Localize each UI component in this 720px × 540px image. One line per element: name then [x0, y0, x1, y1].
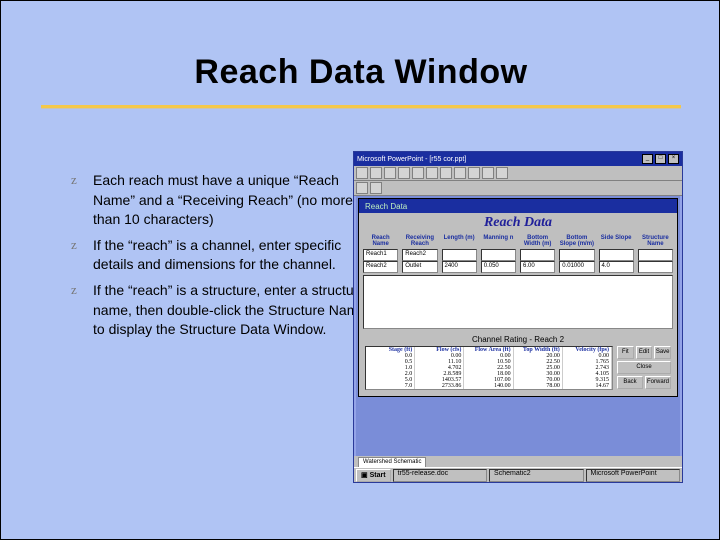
- taskbar-item[interactable]: tr55-release.doc: [393, 469, 487, 482]
- receiving-reach-input[interactable]: Reach2: [402, 249, 437, 261]
- tool-icon[interactable]: [482, 167, 494, 179]
- title-block: Reach Data Window: [1, 53, 720, 92]
- bullet-item: If the “reach” is a structure, enter a s…: [71, 281, 371, 340]
- structure-name-input[interactable]: [638, 261, 673, 273]
- manning-input[interactable]: [481, 249, 516, 261]
- app-screenshot: Microsoft PowerPoint - [r55 cor.ppt] _ □…: [353, 151, 683, 483]
- side-slope-input[interactable]: 4.0: [599, 261, 634, 273]
- tool-icon[interactable]: [356, 167, 368, 179]
- inner-title: Reach Data: [365, 202, 407, 211]
- inner-titlebar: Reach Data: [359, 199, 677, 213]
- bottom-slope-input[interactable]: 0.01000: [559, 261, 594, 273]
- tool-icon[interactable]: [426, 167, 438, 179]
- save-button[interactable]: Save: [654, 346, 671, 359]
- reach-name-input[interactable]: Reach2: [363, 261, 398, 273]
- empty-grid-area[interactable]: [363, 275, 673, 329]
- windows-icon: ▣: [361, 471, 368, 479]
- window-titlebar: Microsoft PowerPoint - [r55 cor.ppt] _ □…: [354, 152, 682, 166]
- reach-data-window: Reach Data Reach Data Reach Name Receivi…: [358, 198, 678, 397]
- back-button[interactable]: Back: [617, 376, 643, 389]
- col-head: Reach Name: [363, 235, 398, 247]
- length-input[interactable]: [442, 249, 477, 261]
- maximize-icon[interactable]: □: [655, 154, 666, 164]
- taskbar: ▣ Start tr55-release.doc Schematic2 Micr…: [354, 467, 682, 482]
- col-head: Receiving Reach: [402, 235, 437, 247]
- edit-button[interactable]: Edit: [636, 346, 653, 359]
- tool-icon[interactable]: [370, 182, 382, 194]
- tool-icon[interactable]: [468, 167, 480, 179]
- bullet-item: Each reach must have a unique “Reach Nam…: [71, 171, 371, 230]
- outer-toolbar-2: [354, 181, 682, 196]
- bottom-width-input[interactable]: 6.00: [520, 261, 555, 273]
- length-input[interactable]: 2400: [442, 261, 477, 273]
- col-head: Length (m): [442, 235, 477, 247]
- side-slope-input[interactable]: [599, 249, 634, 261]
- col-head: Structure Name: [638, 235, 673, 247]
- bullet-list: Each reach must have a unique “Reach Nam…: [31, 171, 371, 346]
- data-row: Reach1 Reach2: [359, 249, 677, 261]
- tool-icon[interactable]: [454, 167, 466, 179]
- data-row: Reach2 Outlet 2400 0.050 6.00 0.01000 4.…: [359, 261, 677, 273]
- structure-name-input[interactable]: [638, 249, 673, 261]
- col-head: Bottom Width (m): [520, 235, 555, 247]
- tool-icon[interactable]: [398, 167, 410, 179]
- start-label: Start: [370, 472, 386, 479]
- reach-name-input[interactable]: Reach1: [363, 249, 398, 261]
- column-header-row: Reach Name Receiving Reach Length (m) Ma…: [359, 233, 677, 249]
- window-title: Microsoft PowerPoint - [r55 cor.ppt]: [357, 156, 466, 163]
- title-underline: [41, 105, 681, 111]
- forward-button[interactable]: Forward: [645, 376, 671, 389]
- tool-icon[interactable]: [384, 167, 396, 179]
- manning-input[interactable]: 0.050: [481, 261, 516, 273]
- tool-icon[interactable]: [440, 167, 452, 179]
- col-head: Bottom Slope (m/m): [559, 235, 594, 247]
- outer-toolbar: [354, 166, 682, 181]
- rating-title: Channel Rating - Reach 2: [365, 335, 671, 344]
- receiving-reach-input[interactable]: Outlet: [402, 261, 437, 273]
- channel-rating-panel: Channel Rating - Reach 2 Stage (ft) Flow…: [363, 333, 673, 392]
- sheet-tab[interactable]: Watershed Schematic: [358, 457, 426, 468]
- slide-title: Reach Data Window: [1, 53, 720, 92]
- close-button[interactable]: Close: [617, 361, 671, 374]
- tool-icon[interactable]: [370, 167, 382, 179]
- col-head: Side Slope: [599, 235, 634, 247]
- bottom-slope-input[interactable]: [559, 249, 594, 261]
- slide: Reach Data Window Each reach must have a…: [0, 0, 720, 540]
- tool-icon[interactable]: [496, 167, 508, 179]
- rating-button-column: Fit Edit Save Close Back Forward: [617, 346, 671, 390]
- rating-table: Stage (ft) Flow (cfs) Flow Area (ft) Top…: [365, 346, 613, 390]
- close-icon[interactable]: ×: [668, 154, 679, 164]
- taskbar-item[interactable]: Schematic2: [489, 469, 583, 482]
- bottom-width-input[interactable]: [520, 249, 555, 261]
- tool-icon[interactable]: [412, 167, 424, 179]
- fit-button[interactable]: Fit: [617, 346, 634, 359]
- minimize-icon[interactable]: _: [642, 154, 653, 164]
- start-button[interactable]: ▣ Start: [356, 469, 391, 482]
- form-heading: Reach Data: [359, 213, 677, 233]
- taskbar-item[interactable]: Microsoft PowerPoint: [586, 469, 680, 482]
- col-head: Manning n: [481, 235, 516, 247]
- bullet-item: If the “reach” is a channel, enter speci…: [71, 236, 371, 275]
- tool-icon[interactable]: [356, 182, 368, 194]
- rating-row: 7.02733.86140.0078.0014.67: [366, 383, 612, 389]
